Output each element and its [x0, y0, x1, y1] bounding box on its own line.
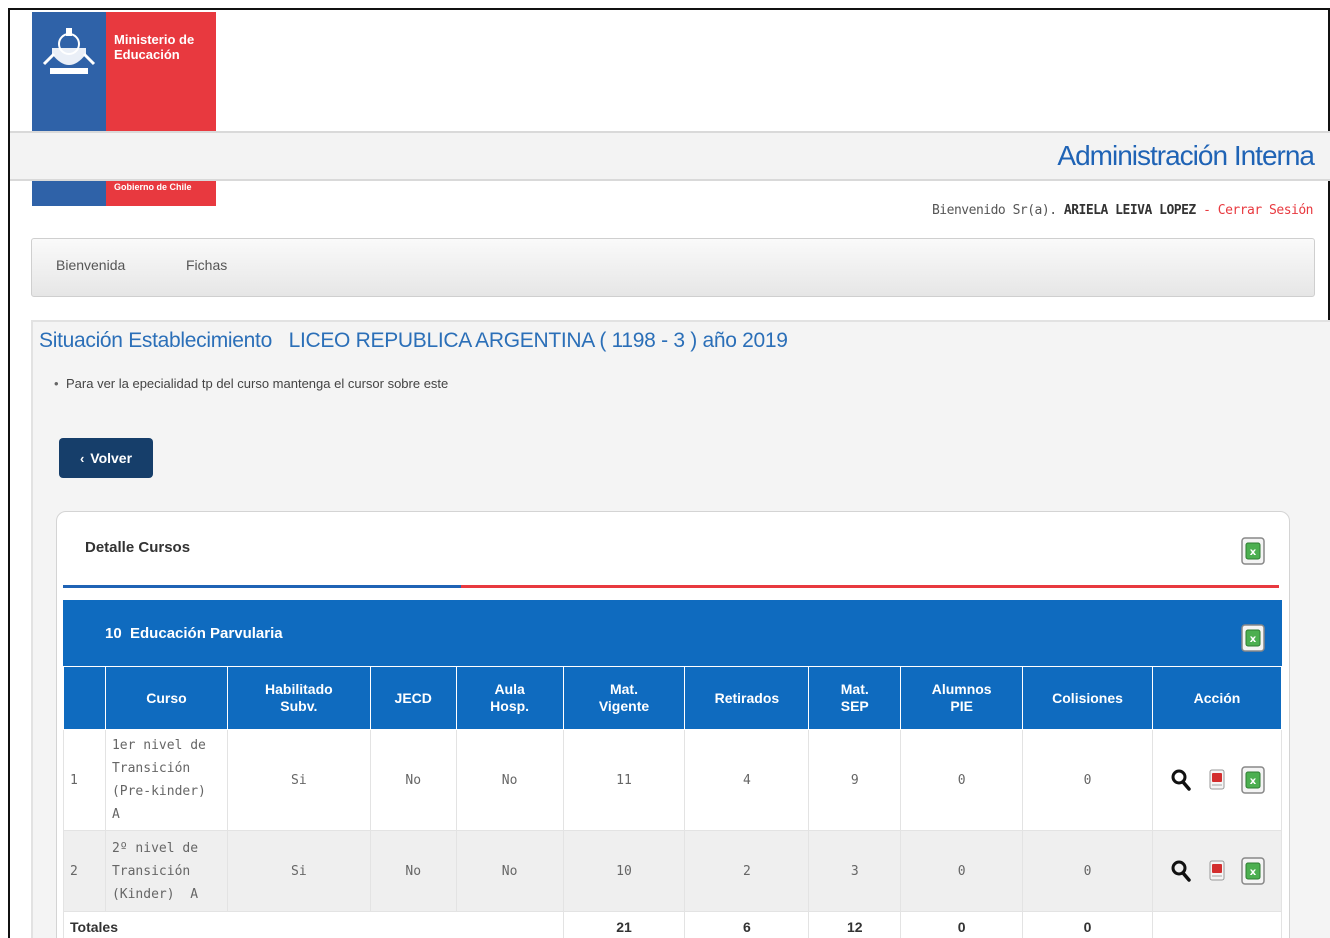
hint-text: Para ver la epecialidad tp del curso man…: [54, 376, 448, 391]
welcome-bar: Bienvenido Sr(a). ARIELA LEIVA LOPEZ - C…: [931, 203, 1314, 218]
totals-label: Totales: [63, 911, 564, 938]
welcome-separator: -: [1203, 203, 1211, 218]
col-jecd: JECD: [369, 666, 457, 730]
col-habilitado: Habilitado Subv.: [226, 666, 371, 730]
total-colisiones: 0: [1022, 911, 1153, 938]
row-curso[interactable]: 1er nivel de Transición (Pre-kinder) A: [104, 729, 228, 831]
col-alumnos-pie: Alumnos PIE: [900, 666, 1024, 730]
svg-text:x: x: [1250, 547, 1257, 558]
excel-icon[interactable]: x: [1241, 624, 1265, 652]
back-button-label: Volver: [90, 450, 133, 466]
totals-row: Totales 21 6 12 0 0: [63, 911, 1283, 938]
logo-subtitle: Gobierno de Chile: [114, 182, 192, 192]
row-habilitado: Si: [226, 830, 371, 912]
row-curso[interactable]: 2º nivel de Transición (Kinder) A: [104, 830, 228, 912]
total-pie: 0: [900, 911, 1024, 938]
svg-text:x: x: [1250, 634, 1257, 645]
chevron-left-icon: ‹: [79, 450, 85, 466]
row-accion: x: [1151, 729, 1283, 831]
row-colisiones: 0: [1022, 729, 1153, 831]
table-header-row: Curso Habilitado Subv. JECD Aula Hosp. Mat…: [63, 666, 1283, 730]
row-jecd: No: [369, 830, 457, 912]
divider-red: [461, 585, 1279, 588]
svg-text:x: x: [1250, 776, 1257, 787]
divider-blue: [63, 585, 461, 588]
row-aula: No: [455, 729, 564, 831]
main-navbar: Bienvenida Fichas: [31, 238, 1315, 297]
row-jecd: No: [369, 729, 457, 831]
logout-link[interactable]: Cerrar Sesión: [1218, 203, 1314, 218]
col-retirados: Retirados: [684, 666, 810, 730]
row-aula: No: [455, 830, 564, 912]
row-mat-sep: 9: [808, 729, 902, 831]
row-colisiones: 0: [1022, 830, 1153, 912]
logo-title-line1: Ministerio de: [114, 32, 195, 47]
coat-of-arms-icon: [42, 28, 96, 74]
logo-title: Ministerio de Educación: [114, 32, 194, 62]
col-colisiones: Colisiones: [1022, 666, 1153, 730]
total-accion-empty: [1151, 911, 1283, 938]
pdf-icon[interactable]: [1204, 856, 1230, 886]
table-row: 2 2º nivel de Transición (Kinder) A Si N…: [63, 830, 1283, 912]
table-row: 1 1er nivel de Transición (Pre-kinder) A…: [63, 729, 1283, 831]
col-aula-hosp: Aula Hosp.: [455, 666, 564, 730]
svg-text:x: x: [1250, 867, 1257, 878]
row-mat-sep: 3: [808, 830, 902, 912]
total-retirados: 6: [684, 911, 810, 938]
total-mat-vigente: 21: [562, 911, 686, 938]
welcome-prefix: Bienvenido Sr(a).: [931, 203, 1057, 218]
excel-icon[interactable]: x: [1241, 537, 1265, 565]
row-pie: 0: [900, 830, 1024, 912]
cursos-table: Curso Habilitado Subv. JECD Aula Hosp. Mat…: [63, 666, 1283, 938]
col-mat-sep: Mat. SEP: [808, 666, 902, 730]
logo-title-line2: Educación: [114, 47, 180, 62]
page-title: Situación Establecimiento LICEO REPUBLIC…: [39, 329, 788, 352]
nav-item-bienvenida[interactable]: Bienvenida: [56, 257, 125, 273]
card-title: Detalle Cursos: [85, 539, 191, 556]
app-title: Administración Interna: [1057, 140, 1315, 171]
excel-icon[interactable]: x: [1240, 856, 1266, 886]
row-pie: 0: [900, 729, 1024, 831]
row-mat-vigente: 11: [562, 729, 686, 831]
section-title: 10 Educación Parvularia: [105, 625, 283, 642]
user-name: ARIELA LEIVA LOPEZ: [1063, 203, 1196, 218]
nav-item-fichas[interactable]: Fichas: [186, 257, 227, 273]
search-icon[interactable]: [1168, 765, 1194, 795]
col-accion: Acción: [1151, 666, 1283, 730]
total-mat-sep: 12: [808, 911, 902, 938]
pdf-icon[interactable]: [1204, 765, 1230, 795]
back-button[interactable]: ‹ Volver: [59, 438, 153, 478]
col-curso: Curso: [104, 666, 228, 730]
row-accion: x: [1151, 830, 1283, 912]
excel-icon[interactable]: x: [1240, 765, 1266, 795]
row-mat-vigente: 10: [562, 830, 686, 912]
row-num: 1: [63, 729, 106, 831]
search-icon[interactable]: [1168, 856, 1194, 886]
row-retirados: 2: [684, 830, 810, 912]
row-num: 2: [63, 830, 106, 912]
row-retirados: 4: [684, 729, 810, 831]
row-habilitado: Si: [226, 729, 371, 831]
col-num: [63, 666, 106, 730]
col-mat-vigente: Mat. Vigente: [562, 666, 686, 730]
